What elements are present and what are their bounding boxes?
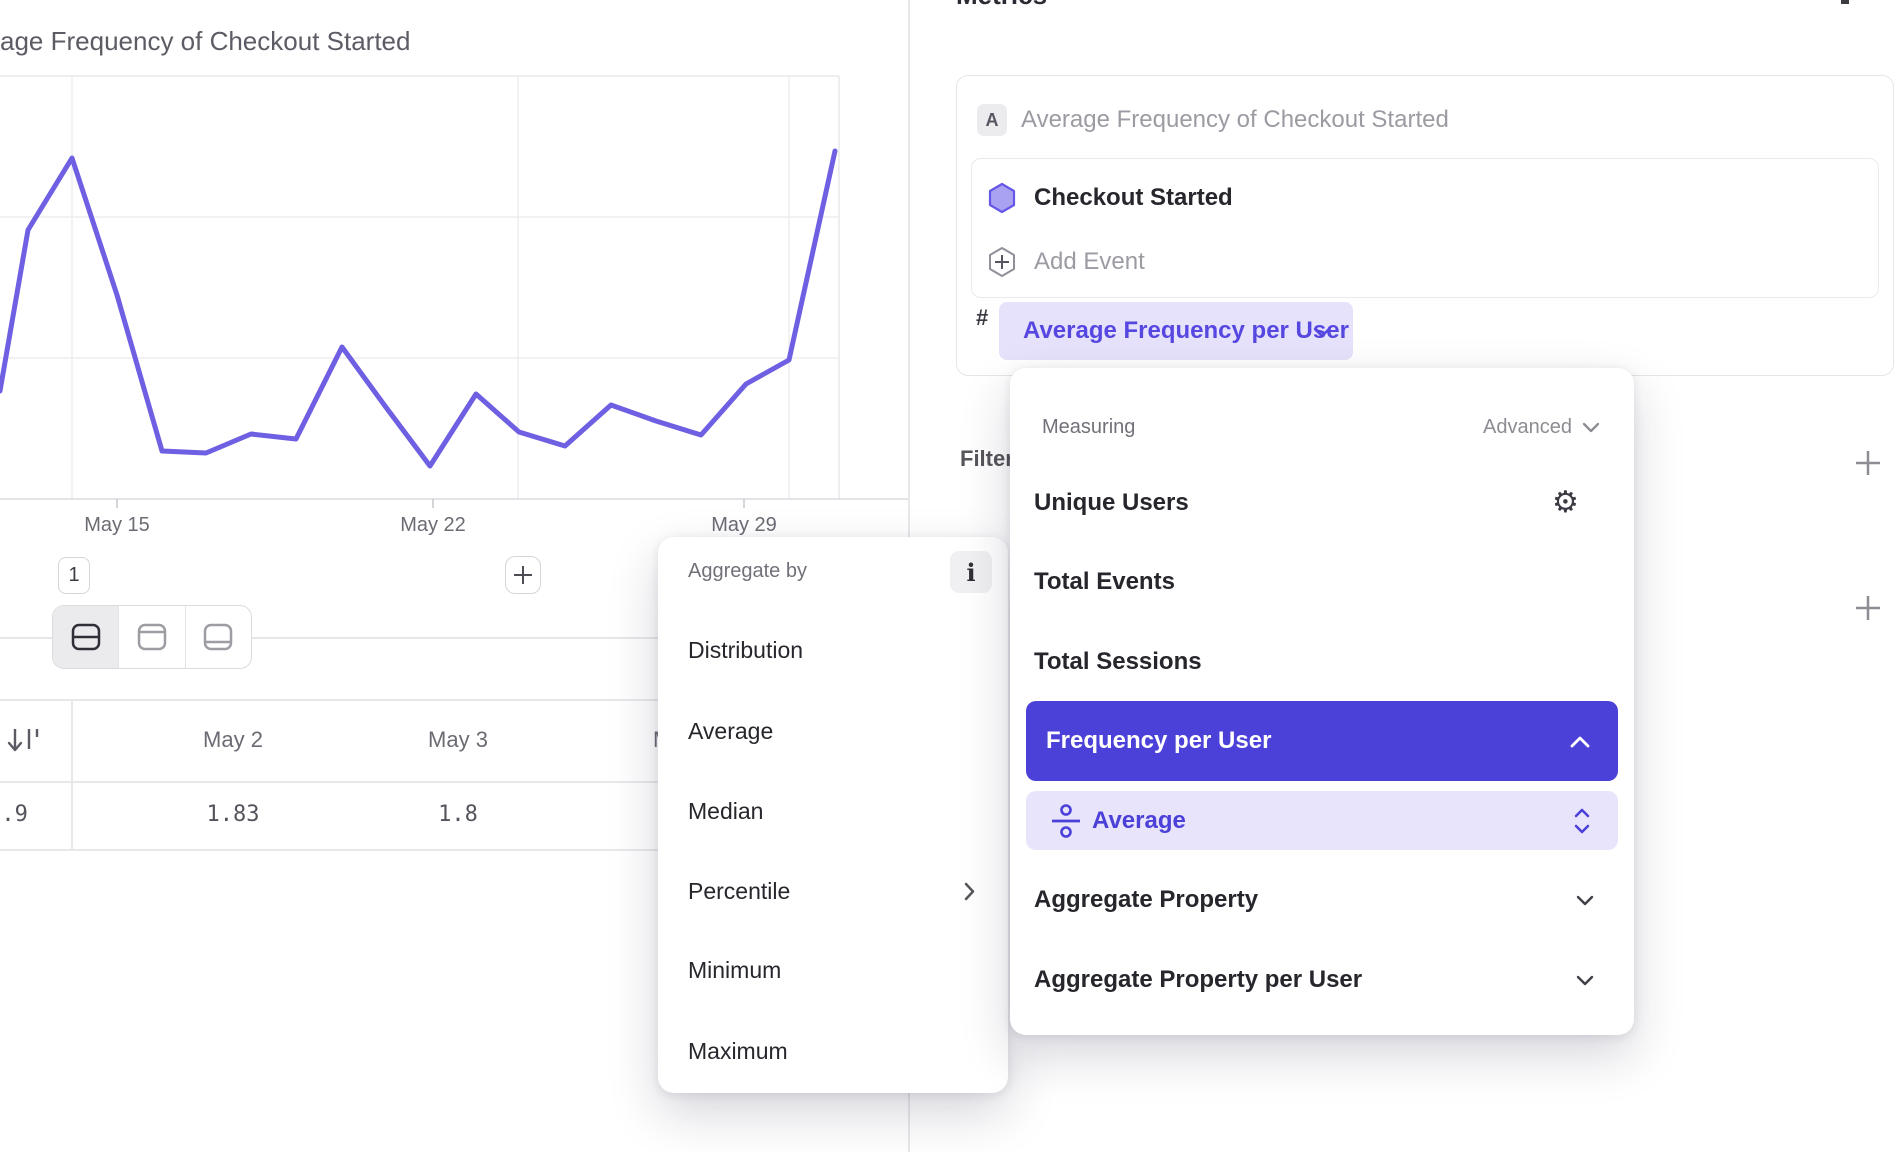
- chevron-down-icon: [1576, 895, 1594, 906]
- table-cell: 1.9: [0, 802, 38, 827]
- select-updown-icon: [1574, 808, 1590, 834]
- sort-descending-icon[interactable]: [6, 726, 42, 754]
- event-name[interactable]: Checkout Started: [1034, 183, 1233, 213]
- trend-line-series: [0, 151, 835, 466]
- granularity-value: 1: [68, 564, 79, 587]
- add-annotation-button[interactable]: [505, 556, 541, 594]
- chevron-down-icon: [1313, 327, 1331, 338]
- layout-split-rows-button[interactable]: [53, 606, 119, 668]
- menu-item-frequency-per-user-selected[interactable]: Frequency per User: [1026, 701, 1618, 781]
- chevron-right-icon: [964, 882, 976, 901]
- add-event-button[interactable]: Add Event: [1034, 247, 1145, 277]
- menu-item-distribution[interactable]: Distribution: [688, 635, 803, 665]
- menu-item-total-events[interactable]: Total Events: [1034, 567, 1175, 597]
- table-column-header[interactable]: May 3: [398, 727, 518, 753]
- measuring-header: Measuring: [1042, 413, 1135, 441]
- granularity-button[interactable]: 1: [58, 557, 90, 594]
- add-filter-button[interactable]: [1854, 449, 1882, 477]
- menu-item-percentile[interactable]: Percentile: [688, 876, 790, 906]
- event-card: Checkout Started Add Event: [971, 158, 1879, 298]
- layout-toggle-group: [52, 605, 252, 669]
- add-event-icon[interactable]: [988, 246, 1016, 278]
- average-division-icon: [1050, 803, 1082, 839]
- table-cell: 1.8: [398, 802, 518, 827]
- menu-item-aggregate-property-per-user[interactable]: Aggregate Property per User: [1034, 965, 1362, 995]
- table-cell: 1.83: [173, 802, 293, 827]
- metric-card: A Average Frequency of Checkout Started …: [956, 75, 1894, 376]
- event-hexagon-icon: [988, 182, 1016, 214]
- selected-item-label: Frequency per User: [1046, 701, 1271, 781]
- panel-bottom-icon: [202, 623, 234, 651]
- plus-icon: [513, 565, 533, 585]
- metric-label-badge: A: [977, 104, 1007, 136]
- x-tick-label: May 15: [62, 514, 172, 537]
- menu-subitem-average-selected[interactable]: Average: [1026, 791, 1618, 850]
- x-tick-label: May 22: [378, 514, 488, 537]
- menu-item-average[interactable]: Average: [688, 716, 773, 746]
- menu-item-maximum[interactable]: Maximum: [688, 1036, 788, 1066]
- menu-item-minimum[interactable]: Minimum: [688, 955, 781, 985]
- aggregate-by-header: Aggregate by: [688, 557, 807, 585]
- menu-item-median[interactable]: Median: [688, 796, 763, 826]
- partial-toolbar-icon: [1841, 0, 1849, 4]
- panel-top-icon: [136, 623, 168, 651]
- metric-name-input[interactable]: Average Frequency of Checkout Started: [1021, 104, 1449, 136]
- table-column-divider: [71, 699, 73, 849]
- advanced-toggle[interactable]: Advanced: [1483, 413, 1572, 441]
- menu-item-aggregate-property[interactable]: Aggregate Property: [1034, 885, 1258, 915]
- chevron-down-icon: [1576, 975, 1594, 986]
- info-icon[interactable]: i: [950, 551, 992, 593]
- gear-icon[interactable]: ⚙: [1552, 488, 1579, 518]
- chevron-up-icon: [1570, 736, 1590, 748]
- menu-item-unique-users[interactable]: Unique Users: [1034, 488, 1189, 518]
- trend-chart[interactable]: [0, 0, 908, 545]
- table-column-header[interactable]: May 2: [173, 727, 293, 753]
- x-tick-label: May 29: [689, 514, 799, 537]
- layout-panel-bottom-button[interactable]: [186, 606, 251, 668]
- aggregate-by-menu: Aggregate by i Distribution Average Medi…: [658, 537, 1008, 1093]
- layout-panel-top-button[interactable]: [119, 606, 185, 668]
- chevron-down-icon: [1582, 422, 1600, 433]
- add-section-button[interactable]: [1854, 594, 1882, 622]
- measuring-menu: Measuring Advanced Unique Users ⚙ Total …: [1010, 368, 1634, 1035]
- split-rows-icon: [70, 623, 102, 651]
- measurement-dropdown-label: Average Frequency per User: [1023, 302, 1349, 360]
- menu-item-total-sessions[interactable]: Total Sessions: [1034, 647, 1202, 677]
- info-glyph: i: [966, 558, 975, 587]
- metrics-heading-partial: Metrics: [956, 0, 1047, 11]
- advanced-label: Advanced: [1483, 416, 1572, 439]
- measurement-hash-symbol: #: [976, 306, 988, 330]
- selected-subitem-label: Average: [1092, 791, 1186, 850]
- app-window: age Frequency of Checkout Started May 15…: [0, 0, 1898, 1152]
- filter-heading: Filter: [960, 446, 1014, 472]
- measurement-dropdown[interactable]: Average Frequency per User: [999, 302, 1353, 360]
